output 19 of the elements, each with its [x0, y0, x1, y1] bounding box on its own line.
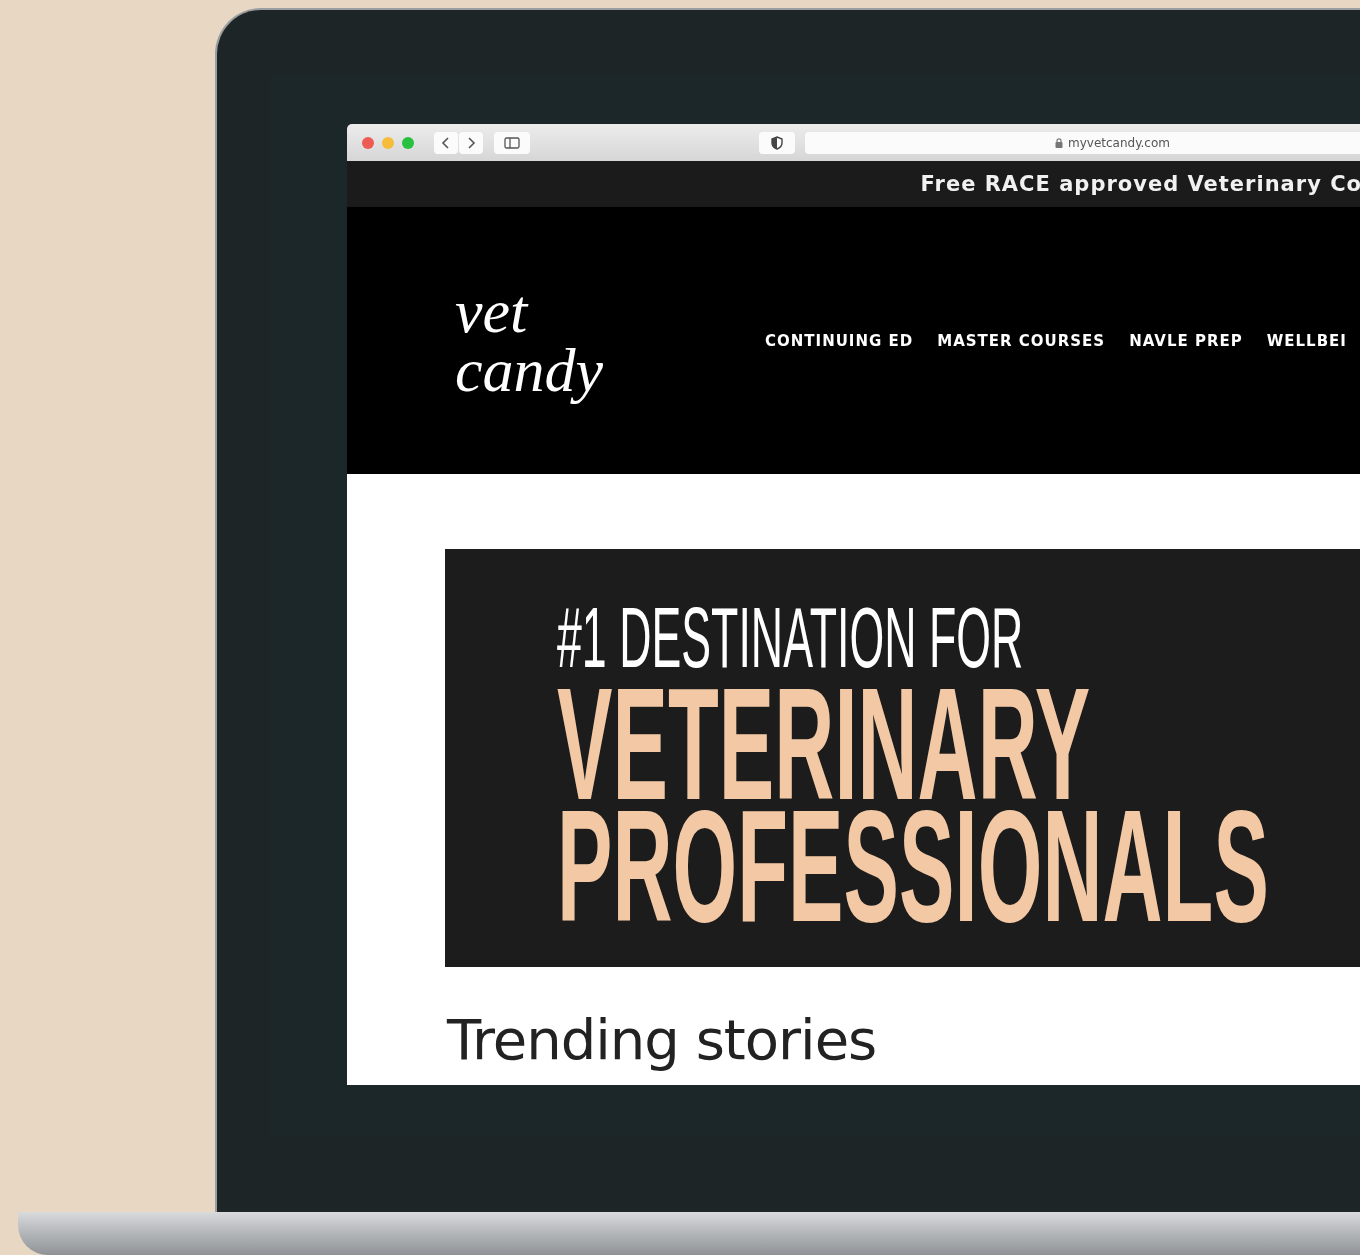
privacy-shield-button[interactable]	[759, 131, 795, 154]
zoom-window-icon[interactable]	[402, 136, 414, 149]
chevron-right-icon	[466, 135, 476, 150]
nav-link[interactable]: NAVLE PREP	[1129, 331, 1243, 350]
address-bar[interactable]: myvetcandy.com	[805, 131, 1360, 154]
section-heading: Trending stories	[447, 1007, 878, 1072]
nav-link[interactable]: MASTER COURSES	[937, 331, 1106, 350]
nav-link[interactable]: CONTINUING ED	[765, 331, 914, 350]
shield-icon	[771, 135, 783, 150]
chevron-left-icon	[441, 135, 451, 150]
sidebar-icon	[504, 136, 520, 149]
hero-kicker: #1 DESTINATION FOR	[557, 594, 1024, 680]
url-text: myvetcandy.com	[1068, 135, 1170, 150]
back-button[interactable]	[434, 131, 458, 154]
forward-button[interactable]	[459, 131, 483, 154]
nav-link[interactable]: WELLBEI	[1266, 331, 1347, 350]
lock-icon	[1055, 137, 1063, 148]
sidebar-button[interactable]	[494, 131, 530, 154]
close-window-icon[interactable]	[362, 136, 374, 149]
